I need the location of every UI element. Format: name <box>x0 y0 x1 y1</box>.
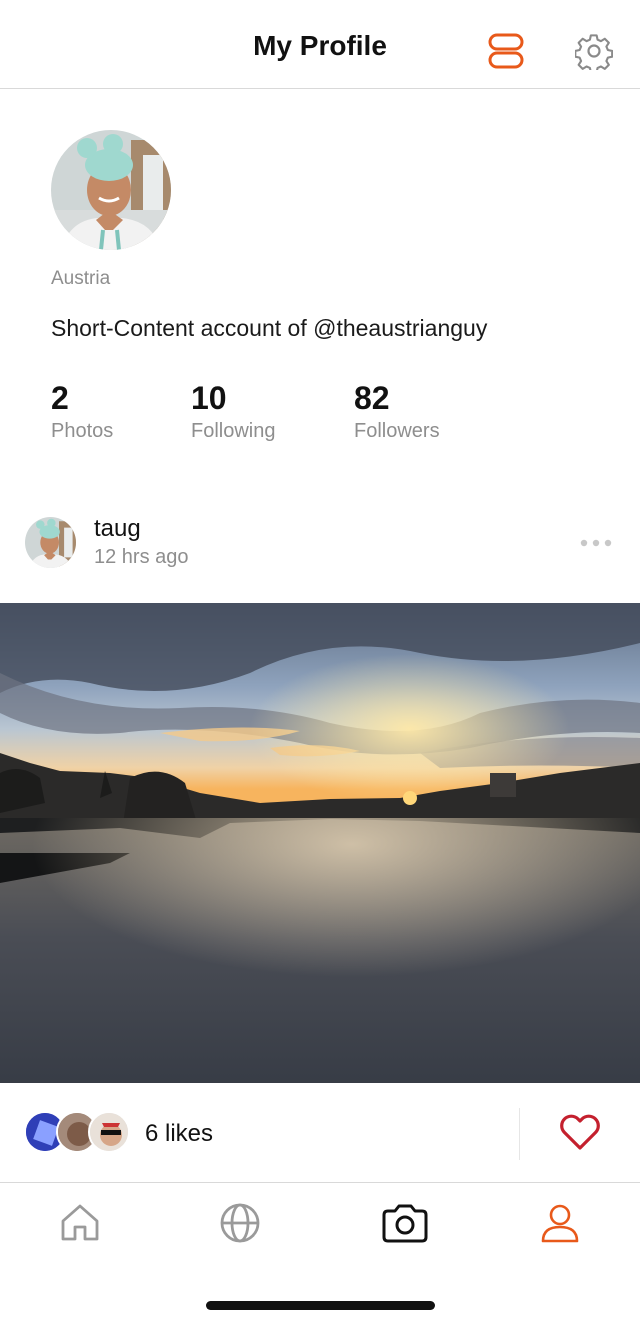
more-horizontal-icon <box>580 539 612 547</box>
top-bar: My Profile <box>0 0 640 89</box>
home-icon <box>61 1204 99 1241</box>
tab-explore[interactable] <box>218 1201 262 1245</box>
tab-camera[interactable] <box>380 1201 430 1245</box>
profile-photo <box>51 130 171 250</box>
post-timestamp: 12 hrs ago <box>94 546 189 568</box>
gear-icon <box>574 34 614 74</box>
user-icon <box>541 1204 579 1243</box>
profile-bio: Short-Content account of @theaustrianguy <box>51 315 488 341</box>
followers-stat[interactable]: 82 Followers <box>354 378 440 443</box>
profile-avatar[interactable] <box>51 130 171 250</box>
river-sunset-photo <box>0 603 640 1298</box>
heart-icon <box>560 1114 600 1150</box>
camera-icon <box>382 1204 428 1243</box>
post-more-options-button[interactable] <box>578 533 614 553</box>
settings-button[interactable] <box>574 32 614 74</box>
photos-stat[interactable]: 2 Photos <box>51 378 113 443</box>
followers-label: Followers <box>354 420 440 442</box>
likers-avatars[interactable] <box>24 1111 134 1155</box>
stacked-layout-icon <box>488 33 524 69</box>
like-button[interactable] <box>559 1112 601 1152</box>
page-title: My Profile <box>253 30 387 61</box>
likes-count[interactable]: 6 likes <box>145 1120 213 1148</box>
following-label: Following <box>191 420 276 442</box>
liker-photo <box>90 1113 128 1151</box>
following-stat[interactable]: 10 Following <box>191 378 275 443</box>
likes-divider <box>519 1108 520 1160</box>
following-count: 10 <box>191 380 227 416</box>
photos-label: Photos <box>51 420 114 442</box>
home-indicator <box>206 1301 435 1310</box>
tab-profile[interactable] <box>538 1201 582 1245</box>
profile-location: Austria <box>51 268 111 289</box>
photos-count: 2 <box>51 380 69 416</box>
tab-home[interactable] <box>58 1201 102 1245</box>
post-username[interactable]: taug <box>94 515 141 543</box>
post-author-photo <box>25 517 76 568</box>
post-photo[interactable] <box>0 603 640 1298</box>
liker-avatar <box>88 1111 130 1153</box>
feed-layout-toggle-button[interactable] <box>488 33 524 69</box>
post-author-avatar[interactable] <box>25 517 76 568</box>
followers-count: 82 <box>354 380 390 416</box>
globe-icon <box>220 1203 260 1243</box>
